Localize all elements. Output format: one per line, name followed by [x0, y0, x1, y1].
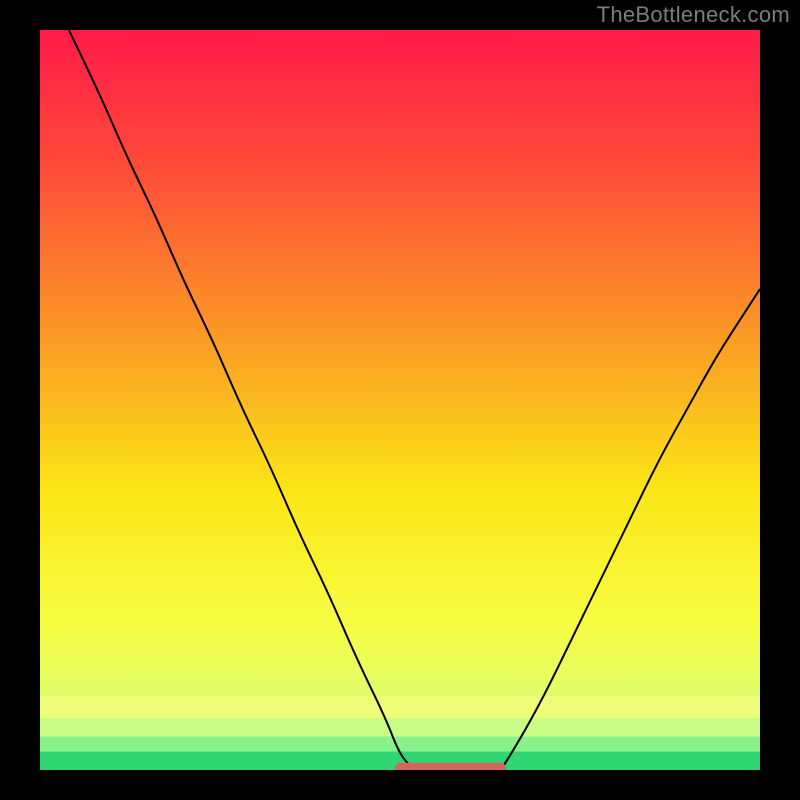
bottleneck-chart	[40, 30, 760, 770]
chart-frame: TheBottleneck.com	[0, 0, 800, 800]
plot-area	[40, 30, 760, 770]
bottom-bands	[40, 696, 760, 770]
watermark-text: TheBottleneck.com	[597, 2, 790, 28]
gradient-background	[40, 30, 760, 770]
